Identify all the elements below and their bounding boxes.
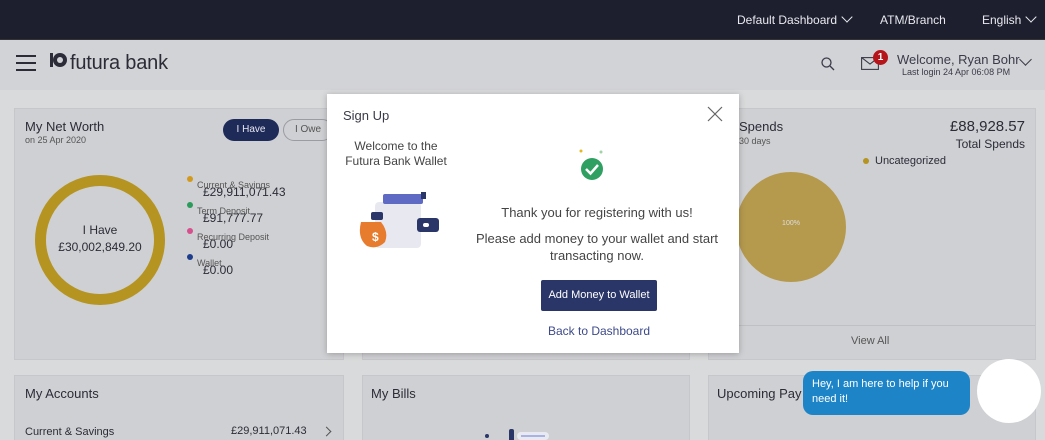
net-worth-title: My Net Worth xyxy=(25,119,105,134)
thank-you-text: Thank you for registering with us! xyxy=(501,205,693,220)
back-to-dashboard-link[interactable]: Back to Dashboard xyxy=(487,324,711,338)
account-row-value: £29,911,071.43 xyxy=(231,425,307,437)
wallet-icon: $ xyxy=(359,192,439,248)
legend-dot xyxy=(863,158,869,164)
legend-item: Recurring Deposit xyxy=(187,227,286,242)
legend-dot xyxy=(187,176,193,182)
net-worth-card: My Net Worth on 25 Apr 2020 I Have I Owe… xyxy=(14,108,344,360)
legend-name: Wallet xyxy=(197,258,222,268)
legend-dot xyxy=(187,254,193,260)
legend-name: Current & Savings xyxy=(197,180,271,190)
chevron-right-icon[interactable] xyxy=(321,426,332,437)
add-money-button[interactable]: Add Money to Wallet xyxy=(541,280,657,311)
chevron-down-icon xyxy=(1025,11,1038,23)
chatbot-avatar[interactable] xyxy=(977,359,1041,423)
account-row-name[interactable]: Current & Savings xyxy=(25,426,114,438)
notification-badge: 1 xyxy=(873,50,888,65)
svg-text:$: $ xyxy=(372,230,379,244)
donut-label: I Have xyxy=(82,223,118,237)
add-money-prompt: Please add money to your wallet and star… xyxy=(475,231,719,263)
legend-dot xyxy=(187,202,193,208)
modal-welcome-text: Welcome to the Futura Bank Wallet xyxy=(345,139,447,168)
pie-percent: 100% xyxy=(782,220,800,227)
legend-name: Uncategorized xyxy=(875,155,946,167)
spends-total-label: Total Spends xyxy=(955,137,1025,151)
upcoming-title: Upcoming Pay xyxy=(717,386,802,401)
language-dropdown[interactable]: English xyxy=(982,11,1038,27)
last-login: Last login 24 Apr 06:08 PM xyxy=(902,67,1011,77)
chat-bubble[interactable]: Hey, I am here to help if you need it! xyxy=(803,371,970,415)
legend-item: Wallet xyxy=(187,253,286,268)
chevron-down-icon xyxy=(841,11,853,23)
app-header: futura bank 1 Welcome, Ryan Bohr Last lo… xyxy=(0,40,1045,90)
chevron-down-icon[interactable] xyxy=(1019,53,1032,66)
bills-title: My Bills xyxy=(371,386,416,401)
donut-value: £30,002,849.20 xyxy=(58,240,142,254)
net-worth-legend: Current & Savings £29,911,071.43 Term De… xyxy=(187,175,286,279)
view-all-link[interactable]: View All xyxy=(851,335,889,347)
bank-logo[interactable]: futura bank xyxy=(48,51,168,75)
spends-legend: Uncategorized xyxy=(863,155,946,167)
legend-name: Recurring Deposit xyxy=(197,232,270,242)
i-have-toggle[interactable]: I Have xyxy=(223,119,279,141)
accounts-title: My Accounts xyxy=(25,386,99,401)
menu-icon[interactable] xyxy=(16,55,36,71)
i-owe-toggle[interactable]: I Owe xyxy=(283,119,333,141)
logo-text: futura bank xyxy=(70,52,168,74)
default-dashboard-dropdown[interactable]: Default Dashboard xyxy=(737,11,853,27)
default-dashboard-label: Default Dashboard xyxy=(737,13,838,27)
spends-pie[interactable]: 100% xyxy=(736,172,846,282)
net-worth-date: on 25 Apr 2020 xyxy=(25,135,87,145)
spends-amount: £88,928.57 xyxy=(949,118,1025,135)
futura-logo-icon xyxy=(50,53,67,67)
spends-card: Spends 30 days £88,928.57 Total Spends U… xyxy=(708,108,1036,360)
success-check-icon xyxy=(579,149,603,180)
language-label: English xyxy=(982,13,1022,27)
welcome-text[interactable]: Welcome, Ryan Bohr xyxy=(897,52,1020,67)
search-icon[interactable] xyxy=(821,57,835,71)
divider xyxy=(709,325,1035,326)
modal-title: Sign Up xyxy=(343,108,390,123)
legend-dot xyxy=(187,228,193,234)
atm-branch-link[interactable]: ATM/Branch xyxy=(880,13,946,27)
legend-item: Current & Savings xyxy=(187,175,286,190)
sign-up-modal: Sign Up Welcome to the Futura Bank Walle… xyxy=(327,94,739,353)
spends-title: Spends xyxy=(739,119,784,134)
legend-item: Term Deposit xyxy=(187,201,286,216)
my-accounts-card: My Accounts Current & Savings £29,911,07… xyxy=(14,375,344,440)
spends-period: 30 days xyxy=(739,136,771,146)
legend-name: Term Deposit xyxy=(197,206,251,216)
close-icon[interactable] xyxy=(707,106,723,122)
bills-illustration-icon xyxy=(485,429,549,440)
my-bills-card: My Bills xyxy=(362,375,690,440)
top-bar: Default Dashboard ATM/Branch English xyxy=(0,0,1045,40)
net-worth-donut: I Have £30,002,849.20 xyxy=(35,175,165,305)
